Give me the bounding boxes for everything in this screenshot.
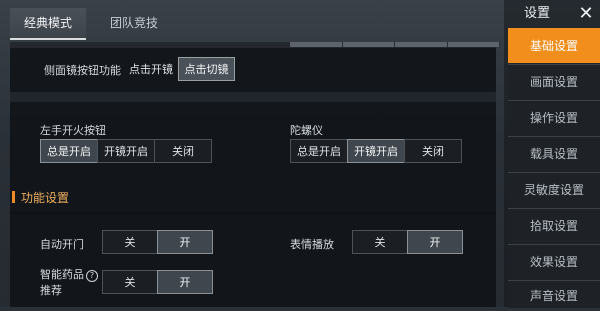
settings-panel: 侧面镜按钮功能 点击开镜 点击切镜 左手开火按钮 总是开启 开镜开启 关闭 陀螺… [10, 42, 500, 307]
smart-med-off[interactable]: 关 [102, 270, 158, 294]
option-click-open-scope[interactable]: 点击开镜 [123, 57, 179, 81]
side-scope-label: 侧面镜按钮功能 [44, 64, 121, 77]
auto-door-off[interactable]: 关 [102, 230, 158, 254]
settings-title: 设置 [523, 6, 550, 21]
mode-tabs: 经典模式 团队竞技 [10, 8, 182, 42]
tab-classic-mode[interactable]: 经典模式 [10, 8, 87, 40]
left-fire-selector: 总是开启 开镜开启 关闭 [40, 139, 212, 163]
nav-item-basic[interactable]: 基础设置 [508, 28, 600, 63]
close-icon[interactable]: ✕ [576, 3, 596, 25]
left-fire-option-off[interactable]: 关闭 [154, 139, 212, 163]
gyro-label: 陀螺仪 [290, 124, 323, 137]
section-accent-bar [12, 191, 15, 203]
smart-med-toggle: 关 开 [102, 270, 213, 294]
nav-item-controls[interactable]: 操作设置 [508, 100, 600, 135]
smart-med-label: 智能药品? 推荐 [40, 266, 98, 298]
left-fire-label: 左手开火按钮 [40, 124, 106, 137]
nav-item-vehicle[interactable]: 载具设置 [508, 136, 600, 171]
auto-door-on[interactable]: 开 [157, 230, 213, 254]
smart-med-label-line1: 智能药品 [40, 268, 84, 281]
emote-off[interactable]: 关 [352, 230, 408, 254]
section-title-text: 功能设置 [21, 191, 70, 205]
option-click-switch-scope[interactable]: 点击切镜 [178, 57, 235, 81]
nav-item-sound[interactable]: 声音设置 [508, 280, 600, 308]
gyro-selector: 总是开启 开镜开启 关闭 [290, 139, 462, 163]
nav-item-effects[interactable]: 效果设置 [508, 244, 600, 279]
emote-toggle: 关 开 [352, 230, 463, 254]
smart-med-label-line2: 推荐 [40, 284, 62, 297]
cut-off-option-row [290, 42, 500, 47]
help-icon[interactable]: ? [86, 270, 98, 282]
emote-label: 表情播放 [290, 238, 334, 251]
gyro-option-always[interactable]: 总是开启 [290, 139, 348, 163]
auto-door-label: 自动开门 [40, 238, 84, 251]
nav-item-pickup[interactable]: 拾取设置 [508, 208, 600, 243]
tab-team-deathmatch[interactable]: 团队竞技 [96, 8, 172, 38]
auto-door-toggle: 关 开 [102, 230, 213, 254]
left-fire-option-always[interactable]: 总是开启 [40, 139, 98, 163]
smart-med-on[interactable]: 开 [157, 270, 213, 294]
nav-item-graphics[interactable]: 画面设置 [508, 64, 600, 99]
nav-item-sensitivity[interactable]: 灵敏度设置 [508, 172, 600, 207]
left-fire-option-scoped[interactable]: 开镜开启 [97, 139, 155, 163]
gyro-option-scoped[interactable]: 开镜开启 [347, 139, 405, 163]
gyro-option-off[interactable]: 关闭 [404, 139, 462, 163]
emote-on[interactable]: 开 [407, 230, 463, 254]
section-title: 功能设置 [12, 189, 69, 206]
side-scope-selector: 点击开镜 点击切镜 [123, 57, 235, 81]
